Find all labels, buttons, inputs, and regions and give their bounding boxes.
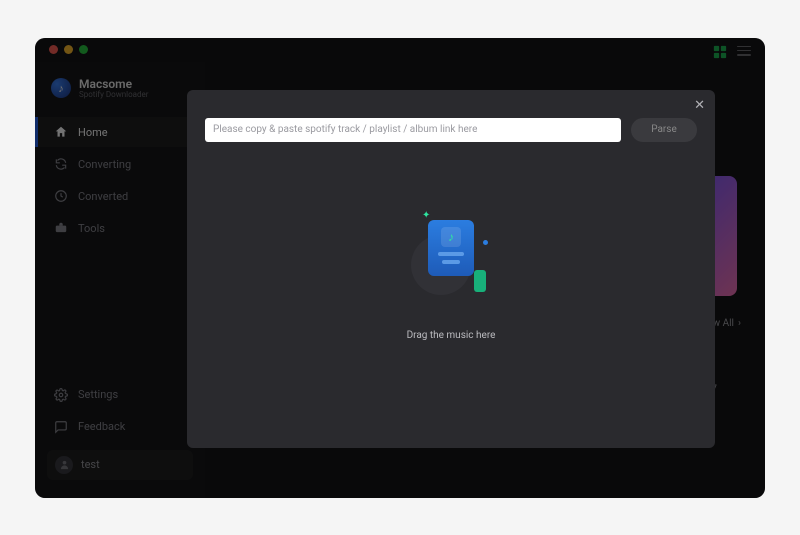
drop-illustration: ✦ ♪ — [406, 210, 496, 300]
drop-area[interactable]: ✦ ♪ Drag the music here — [187, 210, 715, 428]
music-note-icon: ♪ — [441, 227, 461, 247]
app-window: ♪ Macsome Spotify Downloader Home Conver… — [35, 38, 765, 498]
phone-icon — [474, 270, 486, 292]
parse-button[interactable]: Parse — [631, 118, 697, 142]
link-input[interactable] — [205, 118, 621, 142]
close-icon[interactable]: ✕ — [694, 98, 705, 113]
dot-icon — [483, 240, 488, 245]
paste-link-modal: ✕ Parse ✦ ♪ Drag the music here — [187, 90, 715, 448]
modal-input-row: Parse — [205, 118, 697, 142]
drop-text: Drag the music here — [407, 330, 496, 341]
sparkle-icon: ✦ — [422, 210, 430, 221]
